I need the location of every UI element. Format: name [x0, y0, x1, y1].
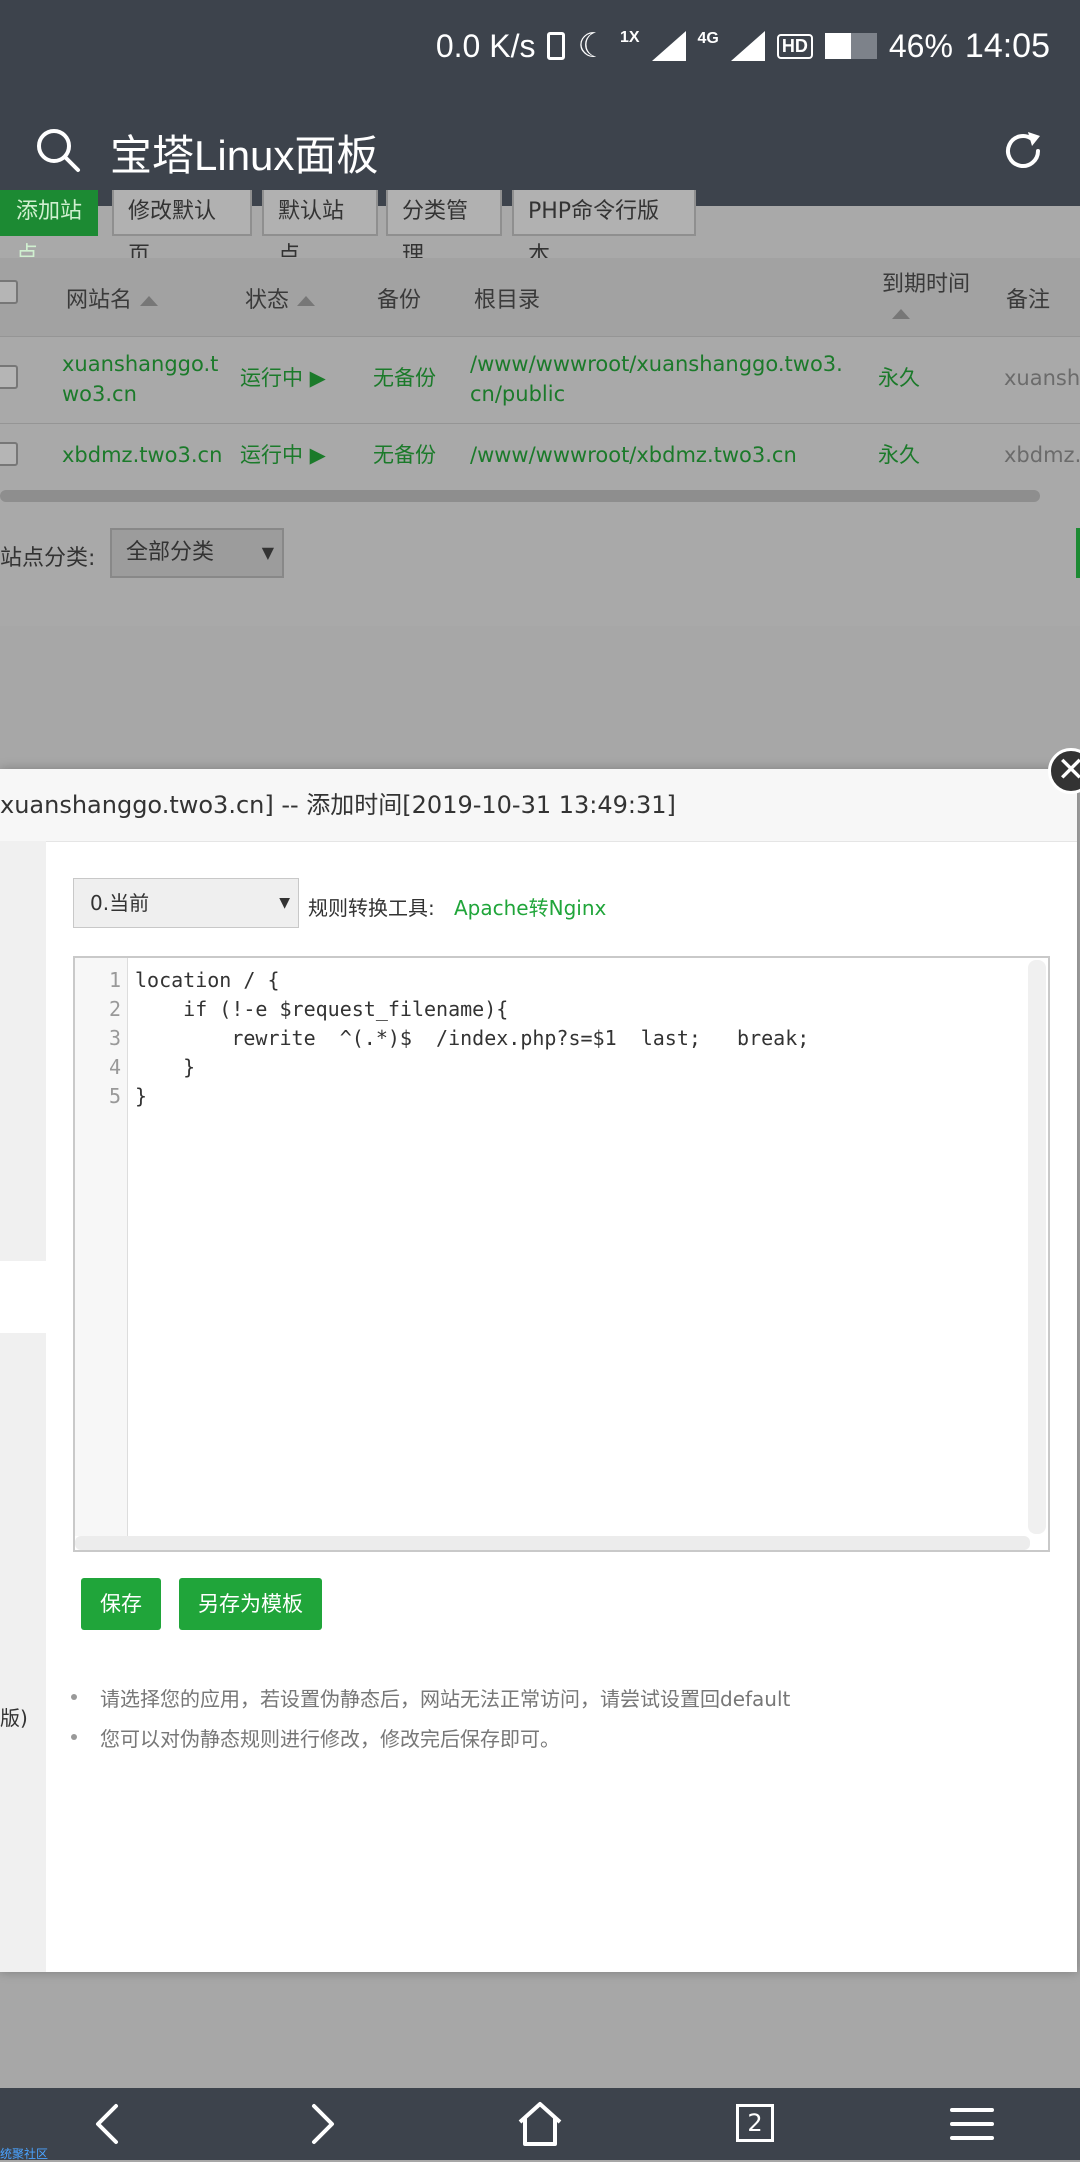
search-icon[interactable]: [32, 124, 86, 178]
save-button[interactable]: 保存: [81, 1578, 161, 1630]
col-status[interactable]: 状态: [245, 282, 316, 314]
line-number: 3: [108, 1026, 121, 1050]
table-row[interactable]: xuanshanggo.two3.cn 运行中 ▶ 无备份 /www/wwwro…: [0, 337, 1080, 424]
network-speed: 0.0 K/s: [435, 27, 536, 64]
chevron-down-icon: ▼: [279, 895, 290, 911]
page-title: 宝塔Linux面板: [110, 132, 379, 179]
site-expire[interactable]: 永久: [878, 440, 920, 470]
line-number: 5: [108, 1084, 121, 1108]
editor-horizontal-scrollbar[interactable]: [75, 1536, 1030, 1550]
signal-icon: [651, 31, 686, 61]
dialog-side-menu: [0, 841, 46, 1972]
col-expire[interactable]: 到期时间: [882, 266, 970, 323]
apache-to-nginx-link[interactable]: Apache转Nginx: [454, 892, 606, 921]
side-menu-active-item[interactable]: [0, 1261, 46, 1333]
dialog-title: xuanshanggo.two3.cn] -- 添加时间[2019-10-31 …: [0, 769, 1077, 842]
site-note[interactable]: xbdmz.t: [1004, 440, 1080, 470]
code-line[interactable]: if (!-e $request_filename){: [135, 997, 508, 1021]
category-manage-button[interactable]: 分类管理: [386, 190, 502, 268]
battery-icon: [824, 33, 877, 59]
line-number-gutter: 1 2 3 4 5: [75, 958, 128, 1536]
site-expire[interactable]: 永久: [878, 363, 920, 393]
signal-icon-2: [730, 31, 765, 61]
battery-level: 46%: [888, 27, 953, 64]
hd-icon: HD: [776, 33, 813, 59]
category-filter-label: 站点分类:: [0, 546, 96, 571]
add-site-button[interactable]: 添加站点: [0, 190, 98, 268]
line-number: 2: [108, 997, 121, 1021]
site-backup[interactable]: 无备份: [373, 363, 436, 393]
col-root-dir: 根目录: [474, 288, 541, 313]
modify-default-page-button[interactable]: 修改默认页: [112, 190, 252, 268]
col-site-name[interactable]: 网站名: [66, 282, 159, 314]
sort-up-icon: [140, 296, 159, 306]
site-root-link[interactable]: /www/wwwroot/xbdmz.two3.cn: [470, 440, 797, 470]
help-note: 请选择您的应用，若设置伪静态后，网站无法正常访问，请尝试设置回default: [70, 1683, 790, 1712]
line-number: 1: [108, 968, 121, 992]
rewrite-version-select[interactable]: 0.当前 ▼: [73, 878, 299, 928]
rewrite-code-editor[interactable]: 1 2 3 4 5 location / { if (!-e $request_…: [73, 956, 1050, 1552]
save-as-template-button[interactable]: 另存为模板: [179, 1578, 322, 1630]
row-checkbox[interactable]: [0, 365, 18, 389]
sort-up-icon: [297, 296, 316, 306]
table-scrollbar[interactable]: [0, 490, 1040, 502]
editor-vertical-scrollbar[interactable]: [1028, 960, 1046, 1534]
menu-icon[interactable]: [942, 2094, 1002, 2154]
table-row[interactable]: xbdmz.two3.cn 运行中 ▶ 无备份 /www/wwwroot/xbd…: [0, 424, 1080, 486]
site-name-link[interactable]: xbdmz.two3.cn: [62, 440, 222, 470]
status-bar: 0.0 K/s ☾ 1X 4G HD 46% 14:05: [0, 0, 1080, 96]
code-line[interactable]: }: [135, 1084, 147, 1108]
select-all-checkbox[interactable]: [0, 280, 18, 304]
clock: 14:05: [964, 26, 1050, 65]
converter-label: 规则转换工具:: [308, 896, 435, 920]
tabs-icon: 2: [736, 2104, 774, 2142]
vibrate-icon: [547, 32, 566, 60]
line-number: 4: [108, 1055, 121, 1079]
table-header: 网站名 状态 备份 根目录 到期时间 备注: [0, 258, 1080, 337]
back-icon[interactable]: [78, 2094, 138, 2154]
col-backup: 备份: [377, 288, 422, 313]
site-root-link[interactable]: /www/wwwroot/xuanshanggo.two3.cn/public: [470, 349, 850, 409]
home-icon[interactable]: [510, 2094, 570, 2154]
site-status[interactable]: 运行中 ▶: [240, 440, 326, 470]
help-note: 您可以对伪静态规则进行修改，修改完后保存即可。: [71, 1723, 560, 1752]
offscreen-button-edge[interactable]: [1076, 528, 1080, 578]
watermark-brand: 统聚社区: [0, 2147, 49, 2161]
network-mode: 1X: [619, 29, 640, 46]
default-site-button[interactable]: 默认站点: [262, 190, 378, 268]
moon-icon: ☾: [577, 27, 608, 65]
side-menu-text: 版): [0, 1706, 28, 1730]
row-checkbox[interactable]: [0, 442, 18, 466]
category-select[interactable]: 全部分类: [110, 528, 284, 578]
code-line[interactable]: rewrite ^(.*)$ /index.php?s=$1 last; bre…: [135, 1026, 809, 1050]
php-cli-version-button[interactable]: PHP命令行版本: [512, 190, 696, 268]
network-type: 4G: [697, 30, 719, 47]
sort-up-icon: [892, 309, 910, 319]
site-name-link[interactable]: xuanshanggo.two3.cn: [62, 349, 222, 409]
forward-icon[interactable]: [292, 2094, 352, 2154]
tabs-button[interactable]: 2: [726, 2094, 786, 2154]
code-line[interactable]: }: [135, 1055, 195, 1079]
site-status[interactable]: 运行中 ▶: [240, 363, 326, 393]
site-backup[interactable]: 无备份: [373, 440, 436, 470]
code-line[interactable]: location / {: [135, 968, 280, 992]
refresh-icon[interactable]: [996, 124, 1050, 178]
rewrite-version-value: 0.当前: [90, 891, 150, 915]
site-note[interactable]: xuansha: [1004, 363, 1080, 393]
browser-bottom-nav: 2: [0, 2088, 1080, 2160]
col-note: 备注: [1006, 288, 1051, 313]
